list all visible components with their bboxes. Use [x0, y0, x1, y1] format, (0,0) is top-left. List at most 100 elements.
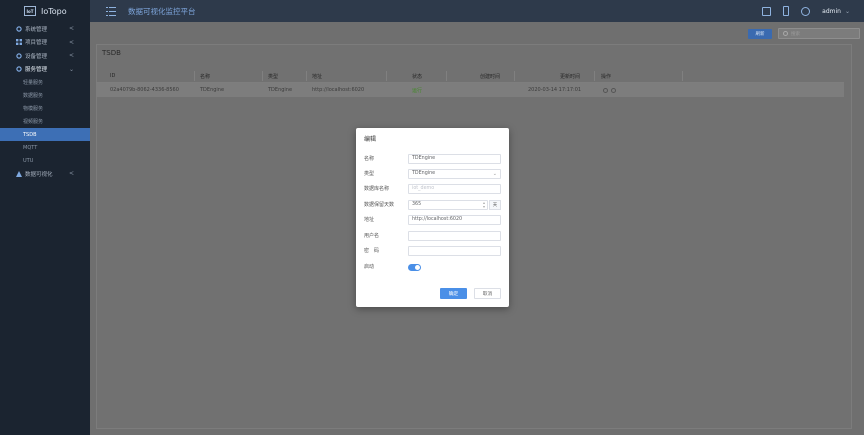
form-row-enabled: 启动: [364, 262, 504, 272]
username-field[interactable]: [408, 231, 501, 241]
gear-icon: [16, 53, 22, 59]
sidebar-item-label: 项目管理: [25, 40, 48, 47]
grid-icon: [16, 39, 22, 46]
sidebar-item-service[interactable]: 服务管理 ⌄: [0, 63, 90, 77]
confirm-button[interactable]: 确定: [440, 288, 467, 299]
form-row-username: 用户名: [364, 231, 504, 241]
sidebar-subitem[interactable]: 数据服务: [0, 89, 90, 102]
field-label: 数据保留天数: [364, 202, 395, 208]
table-header: ID 名称 类型 地址 状态 创建时间 更新时间 操作: [96, 69, 844, 83]
logo[interactable]: IoT IoTopo: [0, 0, 90, 22]
gear-icon: [16, 26, 22, 32]
chevron-down-icon[interactable]: ⌄: [845, 8, 850, 15]
sidebar-subitem[interactable]: UTU: [0, 154, 90, 167]
column-divider: [386, 71, 387, 81]
sidebar-subitem[interactable]: 视频服务: [0, 115, 90, 128]
column-divider: [514, 71, 515, 81]
column-divider: [194, 71, 195, 81]
sidebar-subitem-tsdb[interactable]: TSDB: [0, 128, 90, 141]
enabled-toggle[interactable]: [408, 264, 421, 271]
column-header[interactable]: 更新时间: [560, 69, 580, 83]
logo-badge: IoT: [24, 6, 36, 16]
user-menu[interactable]: admin: [822, 8, 841, 15]
field-label: 类型: [364, 171, 375, 177]
monitor-icon[interactable]: [762, 6, 772, 16]
dbname-field[interactable]: iot_demo: [408, 184, 501, 194]
globe-icon[interactable]: [801, 6, 811, 16]
top-header: 数据可视化监控平台 admin ⌄: [90, 0, 864, 22]
sidebar-item-label: 服务管理: [25, 67, 48, 74]
field-label: 数据库名称: [364, 186, 390, 192]
panel-title: TSDB: [102, 49, 121, 57]
password-field[interactable]: [408, 246, 501, 256]
edit-icon[interactable]: [603, 87, 608, 93]
chevron-down-icon: ⌄: [492, 171, 497, 177]
type-select[interactable]: TDEngine ⌄: [408, 169, 501, 179]
column-header[interactable]: ID: [110, 69, 115, 83]
column-divider: [594, 71, 595, 81]
field-label: 名称: [364, 156, 375, 162]
cancel-button[interactable]: 取消: [474, 288, 501, 299]
column-header[interactable]: 创建时间: [480, 69, 500, 83]
sidebar-subitem[interactable]: 轻量服务: [0, 76, 90, 89]
chevron-down-icon: ⌄: [68, 65, 74, 73]
retention-unit: 天: [489, 200, 501, 210]
cell-id: 02a4079b-8062-4336-8560: [110, 87, 179, 93]
toolbar: 刷新 搜索: [748, 28, 860, 39]
delete-icon[interactable]: [611, 87, 616, 93]
column-divider: [262, 71, 263, 81]
table-row[interactable]: 02a4079b-8062-4336-8560 TDEngine TDEngin…: [96, 83, 844, 97]
type-select-value: TDEngine: [412, 171, 436, 176]
sidebar-item-system[interactable]: 系统管理 <: [0, 22, 90, 36]
field-label: 用户名: [364, 233, 380, 239]
sidebar-item-device[interactable]: 设备管理 <: [0, 49, 90, 63]
form-row-retention: 数据保留天数 365 ▴ ▾ 天: [364, 200, 504, 210]
search-input[interactable]: 搜索: [778, 28, 860, 39]
field-label: 地址: [364, 217, 375, 223]
form-row-password: 密 码: [364, 246, 504, 256]
form-row-dbname: 数据库名称 iot_demo: [364, 184, 504, 194]
cell-status: 运行: [412, 87, 423, 94]
column-header[interactable]: 名称: [200, 69, 210, 83]
sidebar-item-project[interactable]: 项目管理 <: [0, 36, 90, 50]
refresh-button[interactable]: 刷新: [748, 28, 772, 39]
column-header: 操作: [601, 73, 612, 80]
cell-name: TDEngine: [200, 87, 225, 93]
sidebar-subitem[interactable]: MQTT: [0, 141, 90, 154]
app-name: IoTopo: [41, 6, 67, 16]
sidebar-menu: 系统管理 < 项目管理 < 设备管理 < 服务管理 ⌄ 轻量服务 数据服务 物模…: [0, 22, 90, 181]
form-row-type: 类型 TDEngine ⌄: [364, 169, 504, 179]
cell-actions: [603, 83, 619, 97]
sidebar-subitem[interactable]: 物模服务: [0, 102, 90, 115]
sidebar: IoT IoTopo 系统管理 < 项目管理 < 设备管理 < 服务管理 ⌄ 轻…: [0, 0, 90, 435]
column-header[interactable]: 地址: [312, 69, 322, 83]
retention-value: 365: [412, 202, 422, 207]
phone-icon[interactable]: [783, 6, 790, 16]
column-divider: [682, 71, 683, 81]
sidebar-item-label: 系统管理: [25, 26, 48, 33]
chart-icon: [16, 170, 22, 177]
chevron-left-icon: <: [68, 52, 74, 60]
sidebar-item-label: 设备管理: [25, 53, 48, 60]
edit-dialog: 编辑 名称 TDEngine 类型 TDEngine ⌄ 数据库名称 iot_d…: [356, 128, 509, 307]
search-placeholder: 搜索: [791, 31, 800, 37]
gear-icon: [16, 66, 22, 72]
form-row-address: 地址 http://localhost:6020: [364, 215, 504, 225]
header-actions: admin ⌄: [762, 0, 850, 22]
sidebar-item-visualization[interactable]: 数据可视化 <: [0, 167, 90, 181]
tsdb-table: ID 名称 类型 地址 状态 创建时间 更新时间 操作 02a4079b-806…: [96, 69, 844, 97]
field-label: 密 码: [364, 248, 380, 254]
retention-stepper[interactable]: 365 ▴ ▾: [408, 200, 488, 210]
field-label: 启动: [364, 264, 375, 270]
column-divider: [446, 71, 447, 81]
stepper-arrows-icon[interactable]: ▴ ▾: [483, 201, 485, 209]
chevron-left-icon: <: [68, 170, 74, 178]
name-field[interactable]: TDEngine: [408, 154, 501, 164]
chevron-left-icon: <: [68, 25, 74, 33]
address-field[interactable]: http://localhost:6020: [408, 215, 501, 225]
search-icon: [783, 31, 788, 36]
menu-toggle-icon[interactable]: [106, 6, 116, 16]
column-header[interactable]: 类型: [268, 69, 278, 83]
page-title: 数据可视化监控平台: [128, 6, 196, 16]
column-header[interactable]: 状态: [412, 69, 422, 83]
